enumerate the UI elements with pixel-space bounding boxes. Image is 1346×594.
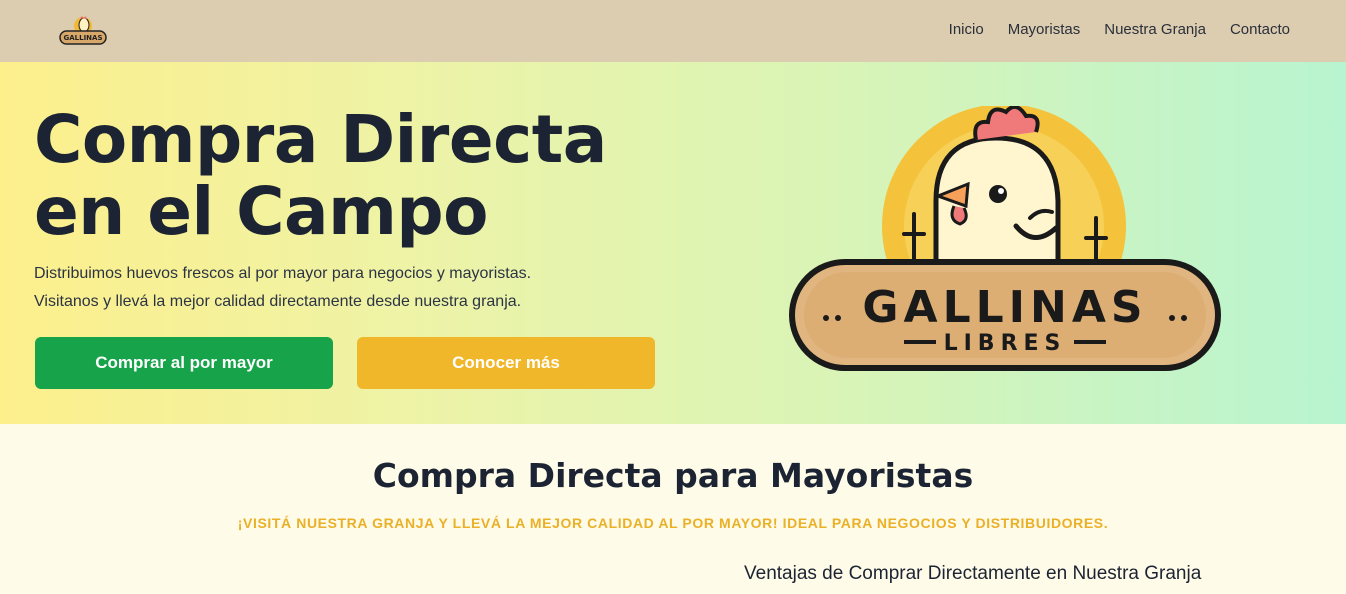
section-title: Compra Directa para Mayoristas <box>372 456 974 495</box>
hero-title-line1: Compra Directa <box>34 101 607 178</box>
brand-logo-icon[interactable]: GALLINAS <box>58 14 108 46</box>
buy-wholesale-button[interactable]: Comprar al por mayor <box>35 337 333 389</box>
section-subtitle: Ventajas de Comprar Directamente en Nues… <box>744 563 1202 584</box>
hero-desc-line1: Distribuimos huevos frescos al por mayor… <box>34 265 532 282</box>
top-navbar: GALLINAS Inicio Mayoristas Nuestra Granj… <box>0 0 1346 62</box>
gallinas-libres-logo: GALLINAS LIBRES <box>789 106 1221 371</box>
learn-more-button[interactable]: Conocer más <box>357 337 655 389</box>
logo-sub-text: LIBRES <box>944 331 1067 356</box>
section-tagline: ¡VISITÁ NUESTRA GRANJA Y LLEVÁ LA MEJOR … <box>237 515 1109 531</box>
hero-title: Compra Directa en el Campo <box>34 104 607 248</box>
hero-section: Compra Directa en el Campo Distribuimos … <box>0 62 1346 424</box>
nav-link-mayoristas[interactable]: Mayoristas <box>1008 21 1081 38</box>
logo-brand-text: GALLINAS <box>862 282 1147 333</box>
nav-links: Inicio Mayoristas Nuestra Granja Contact… <box>949 21 1290 38</box>
nav-link-inicio[interactable]: Inicio <box>949 21 984 38</box>
nav-link-contacto[interactable]: Contacto <box>1230 21 1290 38</box>
hero-title-line2: en el Campo <box>34 173 488 250</box>
hero-desc-line2: Visitanos y llevá la mejor calidad direc… <box>34 293 522 310</box>
nav-link-nuestra-granja[interactable]: Nuestra Granja <box>1104 21 1206 38</box>
brand-logo-text: GALLINAS <box>63 34 102 42</box>
hero-description: Distribuimos huevos frescos al por mayor… <box>34 260 654 316</box>
